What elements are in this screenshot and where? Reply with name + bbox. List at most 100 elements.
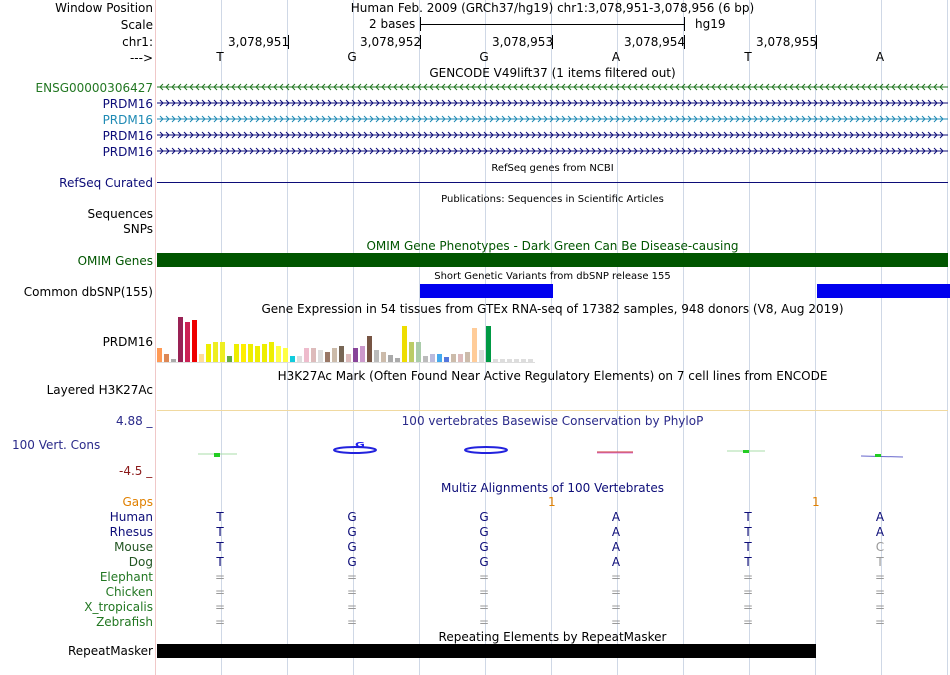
gtex-bar[interactable] <box>325 352 330 362</box>
gtex-bar[interactable] <box>234 344 239 362</box>
chrom-label: chr1: <box>122 35 153 49</box>
gtex-bar[interactable] <box>262 344 267 362</box>
aligned-base: = <box>610 615 622 629</box>
window-position-value[interactable]: Human Feb. 2009 (GRCh37/hg19) chr1:3,078… <box>155 1 950 15</box>
snps-label[interactable]: SNPs <box>123 222 153 236</box>
gtex-bar[interactable] <box>381 352 386 362</box>
gtex-bar[interactable] <box>465 352 470 362</box>
gtex-bar[interactable] <box>220 342 225 362</box>
dbsnp-track-title[interactable]: Short Genetic Variants from dbSNP releas… <box>155 271 950 282</box>
gene-feature[interactable] <box>157 96 948 110</box>
gtex-bar[interactable] <box>451 354 456 362</box>
gene-label[interactable]: PRDM16 <box>103 145 153 159</box>
aligned-base: G <box>347 525 357 539</box>
gtex-bar[interactable] <box>360 346 365 362</box>
refseq-track-title[interactable]: RefSeq genes from NCBI <box>155 163 950 174</box>
base: A <box>875 50 885 64</box>
dbsnp-label[interactable]: Common dbSNP(155) <box>24 285 153 299</box>
gene-feature[interactable] <box>157 112 948 126</box>
gtex-bar[interactable] <box>164 354 169 362</box>
gene-label[interactable]: PRDM16 <box>103 129 153 143</box>
species-label[interactable]: X_tropicalis <box>84 600 153 614</box>
snp-feature[interactable] <box>817 284 950 298</box>
phylop-track-title[interactable]: 100 vertebrates Basewise Conservation by… <box>155 414 950 428</box>
omim-label[interactable]: OMIM Genes <box>78 254 153 268</box>
omim-track-title[interactable]: OMIM Gene Phenotypes - Dark Green Can Be… <box>155 239 950 253</box>
gtex-bar[interactable] <box>332 348 337 362</box>
aligned-base: = <box>610 600 622 614</box>
species-label[interactable]: Human <box>110 510 153 524</box>
aligned-base: = <box>610 570 622 584</box>
gtex-bar[interactable] <box>206 344 211 362</box>
gtex-bar[interactable] <box>213 342 218 362</box>
aligned-base: = <box>478 585 490 599</box>
gtex-bar[interactable] <box>430 354 435 362</box>
gtex-bar[interactable] <box>367 336 372 362</box>
gene-label[interactable]: PRDM16 <box>103 113 153 127</box>
gtex-bar[interactable] <box>486 326 491 362</box>
snp-feature[interactable] <box>420 284 553 298</box>
gtex-bar[interactable] <box>353 348 358 362</box>
multiz-track-title[interactable]: Multiz Alignments of 100 Vertebrates <box>155 481 950 495</box>
gtex-bar[interactable] <box>185 322 190 362</box>
gtex-bar-chart[interactable] <box>157 316 537 362</box>
gtex-bar[interactable] <box>402 326 407 362</box>
aligned-base: T <box>744 540 752 554</box>
strand-arrow-label: ---> <box>129 51 153 65</box>
gtex-gene-label[interactable]: PRDM16 <box>103 335 153 349</box>
gtex-bar[interactable] <box>192 320 197 362</box>
gtex-bar[interactable] <box>339 346 344 362</box>
omim-feature[interactable] <box>157 253 948 267</box>
gtex-bar[interactable] <box>458 354 463 362</box>
species-label[interactable]: Dog <box>129 555 153 569</box>
gtex-bar[interactable] <box>388 355 393 362</box>
species-label[interactable]: Zebrafish <box>96 615 153 629</box>
gtex-bar[interactable] <box>311 348 316 362</box>
gtex-bar[interactable] <box>241 344 246 362</box>
gtex-bar[interactable] <box>276 346 281 362</box>
gtex-bar[interactable] <box>283 348 288 362</box>
gtex-bar[interactable] <box>255 346 260 362</box>
gtex-bar[interactable] <box>472 328 477 362</box>
aligned-base: G <box>347 540 357 554</box>
repeatmasker-track-title[interactable]: Repeating Elements by RepeatMasker <box>155 630 950 644</box>
gtex-bar[interactable] <box>248 344 253 362</box>
gene-feature[interactable] <box>157 144 948 158</box>
gtex-bar[interactable] <box>479 350 484 362</box>
species-label[interactable]: Elephant <box>100 570 153 584</box>
gtex-bar[interactable] <box>409 342 414 362</box>
repeat-feature[interactable] <box>157 644 816 658</box>
refseq-feature-line[interactable] <box>157 182 948 183</box>
gtex-bar[interactable] <box>346 354 351 362</box>
gtex-bar[interactable] <box>374 350 379 362</box>
gtex-track-title[interactable]: Gene Expression in 54 tissues from GTEx … <box>155 302 950 316</box>
species-label[interactable]: Rhesus <box>110 525 153 539</box>
phylop-label[interactable]: 100 Vert. Cons <box>12 438 100 452</box>
gtex-bar[interactable] <box>269 342 274 362</box>
gene-label[interactable]: ENSG00000306427 <box>36 81 153 95</box>
species-label[interactable]: Chicken <box>106 585 153 599</box>
gtex-bar[interactable] <box>318 350 323 362</box>
gtex-bar[interactable] <box>437 354 442 362</box>
h3k27ac-label[interactable]: Layered H3K27Ac <box>47 383 153 397</box>
base: A <box>611 50 621 64</box>
gtex-bar[interactable] <box>157 348 162 362</box>
gene-feature[interactable] <box>157 128 948 142</box>
h3k27ac-track-title[interactable]: H3K27Ac Mark (Often Found Near Active Re… <box>155 369 950 383</box>
gtex-bar[interactable] <box>178 317 183 362</box>
gtex-bar[interactable] <box>416 342 421 362</box>
gaps-label[interactable]: Gaps <box>122 495 153 509</box>
sequences-label[interactable]: Sequences <box>88 207 153 221</box>
phylop-logo[interactable]: G <box>155 440 950 465</box>
publications-track-title[interactable]: Publications: Sequences in Scientific Ar… <box>155 194 950 205</box>
gencode-track-title[interactable]: GENCODE V49lift37 (1 items filtered out) <box>155 66 950 80</box>
aligned-base: A <box>611 555 621 569</box>
gene-label[interactable]: PRDM16 <box>103 97 153 111</box>
gtex-bar[interactable] <box>304 348 309 362</box>
gene-feature[interactable] <box>157 80 948 94</box>
repeatmasker-label[interactable]: RepeatMasker <box>68 644 153 658</box>
position-tick-label: 3,078,954 <box>624 35 686 49</box>
species-label[interactable]: Mouse <box>114 540 153 554</box>
gtex-bar[interactable] <box>199 354 204 362</box>
refseq-label[interactable]: RefSeq Curated <box>59 176 153 190</box>
